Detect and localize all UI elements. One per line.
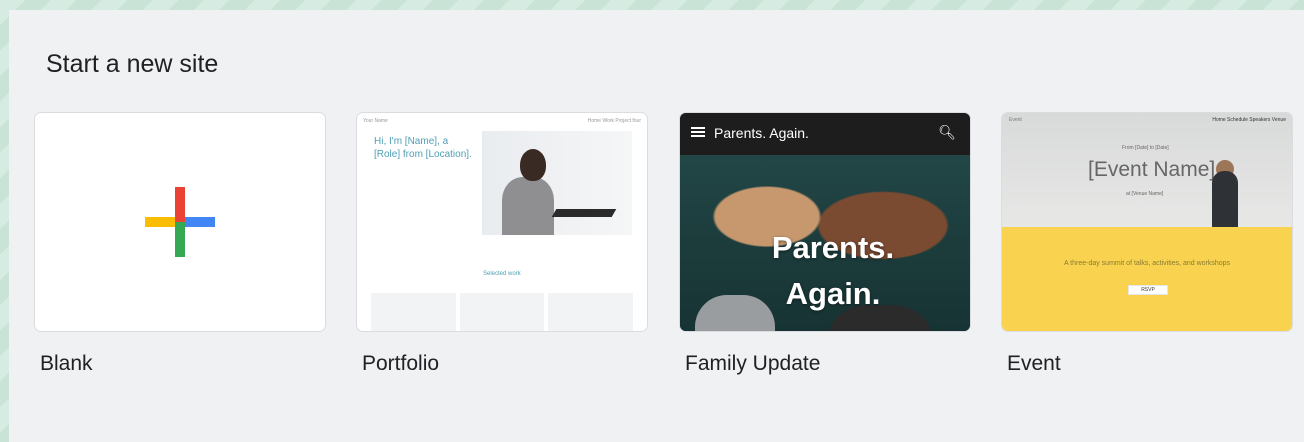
event-photo-person: [1212, 171, 1238, 227]
template-card-blank[interactable]: [35, 113, 325, 331]
plus-icon: [145, 187, 215, 257]
portfolio-preview-site-name: Your Name: [363, 118, 388, 124]
family-preview-header: Parents. Again. 🔍︎: [680, 113, 970, 155]
portfolio-preview-photo: [482, 131, 632, 235]
portfolio-preview-tiles: [371, 293, 634, 331]
portfolio-photo-laptop: [551, 209, 617, 217]
family-preview-title: Parents. Again.: [771, 230, 895, 311]
template-card-portfolio[interactable]: Your Name Home Work Project four Hi, I'm…: [357, 113, 647, 331]
event-preview-rsvp-button: RSVP: [1128, 285, 1168, 295]
portfolio-tile: [371, 293, 456, 331]
template-card-event[interactable]: Event Home Schedule Speakers Venue From …: [1002, 113, 1292, 331]
page-title: Start a new site: [46, 50, 219, 78]
event-preview-description: A three-day summit of talks, activities,…: [1063, 260, 1231, 267]
template-label-portfolio[interactable]: Portfolio: [362, 352, 439, 376]
portfolio-preview-nav: Your Name Home Work Project four: [363, 118, 641, 126]
portfolio-photo-head: [520, 149, 546, 181]
event-preview-venue: at [Venue Name]: [1126, 191, 1164, 197]
portfolio-tile: [459, 293, 545, 331]
event-preview-band: [1002, 227, 1292, 331]
event-preview-date: From [Date] to [Date]: [1122, 145, 1169, 151]
portfolio-preview-nav-links: Home Work Project four: [587, 118, 641, 124]
template-card-family-update[interactable]: Parents. Again. 🔍︎ Parents. Again.: [680, 113, 970, 331]
portfolio-preview-hero: Hi, I'm [Name], a [Role] from [Location]…: [374, 136, 472, 160]
template-label-blank[interactable]: Blank: [40, 352, 93, 376]
template-label-event[interactable]: Event: [1007, 352, 1061, 376]
search-icon: 🔍︎: [938, 124, 956, 140]
template-label-family-update[interactable]: Family Update: [685, 352, 820, 376]
family-preview-brand: Parents. Again.: [714, 125, 809, 141]
event-preview-nav-links: Home Schedule Speakers Venue: [1212, 117, 1286, 123]
portfolio-tile: [548, 293, 634, 331]
event-preview-site-name: Event: [1009, 117, 1022, 123]
portfolio-photo-person: [502, 177, 554, 235]
portfolio-preview-section: Selected work: [483, 271, 521, 277]
event-preview-name: [Event Name]: [1088, 158, 1216, 181]
menu-icon: [691, 127, 705, 137]
